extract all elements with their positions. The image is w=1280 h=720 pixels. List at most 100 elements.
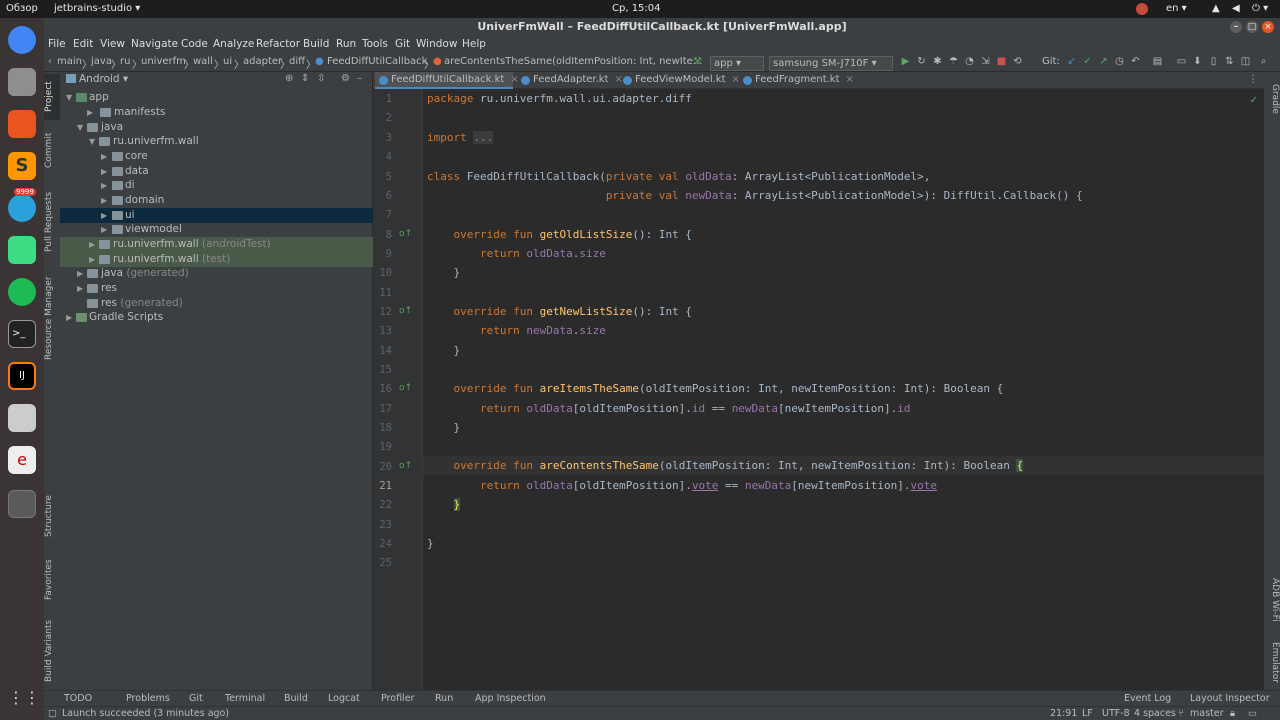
tool-tab-build-variants[interactable]: Build Variants: [44, 616, 60, 686]
menu-analyze[interactable]: Analyze: [213, 38, 254, 50]
tool-tab-commit[interactable]: Commit: [44, 126, 60, 174]
android-studio-icon[interactable]: [8, 490, 36, 518]
breadcrumb-class[interactable]: FeedDiffUtilCallback: [327, 56, 427, 67]
menu-run[interactable]: Run: [336, 38, 356, 50]
android-studio-emulator-icon[interactable]: [8, 236, 36, 264]
tree-item-java-generated[interactable]: ▶ java (generated): [60, 266, 373, 281]
menu-file[interactable]: File: [48, 38, 66, 50]
tool-tab-resource-manager[interactable]: Resource Manager: [44, 268, 60, 368]
status-toggle-icon[interactable]: ▢: [48, 708, 57, 719]
chrome-icon[interactable]: [8, 26, 36, 54]
menu-window[interactable]: Window: [416, 38, 457, 50]
tool-tab-project[interactable]: Project: [44, 74, 60, 120]
sublime-text-icon[interactable]: S: [8, 152, 36, 180]
breadcrumb-diff[interactable]: diff: [289, 56, 305, 67]
network-icon[interactable]: ▲: [1212, 3, 1220, 14]
project-view-select[interactable]: Android ▾: [79, 73, 128, 85]
tool-tab-logcat[interactable]: Logcat: [328, 693, 360, 704]
override-marker-icon[interactable]: o↑: [399, 461, 412, 471]
tree-item-manifests[interactable]: ▶ manifests: [60, 105, 373, 120]
line-separator[interactable]: LF: [1082, 708, 1093, 719]
menu-view[interactable]: View: [100, 38, 125, 50]
tool-tab-pull-requests[interactable]: Pull Requests: [44, 182, 60, 262]
search-icon[interactable]: ⌕: [1258, 56, 1269, 67]
project-structure-icon[interactable]: ▤: [1152, 56, 1163, 67]
select-opened-file-icon[interactable]: ⊕: [285, 73, 293, 84]
run-config-select[interactable]: app ▾: [710, 56, 764, 71]
override-marker-icon[interactable]: o↑: [399, 383, 412, 393]
tree-item-domain[interactable]: ▶ domain: [60, 193, 373, 208]
tree-item-gradle-scripts[interactable]: ▶ Gradle Scripts: [60, 310, 373, 325]
tree-item-android-test[interactable]: ▶ ru.univerfm.wall (androidTest): [60, 237, 373, 252]
device-select[interactable]: samsung SM-J710F ▾: [769, 56, 893, 71]
spotify-icon[interactable]: [8, 278, 36, 306]
tool-tab-terminal[interactable]: Terminal: [225, 693, 265, 704]
git-commit-icon[interactable]: ✓: [1082, 56, 1093, 67]
intellij-icon[interactable]: IJ: [8, 362, 36, 390]
power-icon[interactable]: ⏻ ▾: [1252, 3, 1268, 14]
sync-icon[interactable]: ⟲: [1012, 56, 1023, 67]
evince-icon[interactable]: e: [8, 446, 36, 474]
git-update-icon[interactable]: ↙: [1066, 56, 1077, 67]
app-menu[interactable]: jetbrains-studio ▾: [54, 3, 140, 14]
expand-all-icon[interactable]: ⇕: [301, 73, 309, 84]
tab-feed-diff-util-callback[interactable]: FeedDiffUtilCallback.kt ×: [375, 72, 519, 89]
tool-tab-layout-inspector[interactable]: Layout Inspector: [1190, 693, 1270, 704]
avd-manager-icon[interactable]: ▭: [1176, 56, 1187, 67]
tool-tab-git[interactable]: Git: [189, 693, 203, 704]
file-encoding[interactable]: UTF-8: [1102, 708, 1130, 719]
device-manager-icon[interactable]: ▯: [1208, 56, 1219, 67]
git-push-icon[interactable]: ↗: [1098, 56, 1109, 67]
tree-item-core[interactable]: ▶ core: [60, 149, 373, 164]
menu-edit[interactable]: Edit: [73, 38, 93, 50]
breadcrumb-univerfm[interactable]: univerfm: [141, 56, 186, 67]
volume-icon[interactable]: ◀: [1232, 3, 1240, 14]
tree-item-unit-test[interactable]: ▶ ru.univerfm.wall (test): [60, 252, 373, 267]
telegram-icon[interactable]: 9999: [8, 188, 36, 222]
override-marker-icon[interactable]: o↑: [399, 229, 412, 239]
breadcrumb-java[interactable]: java: [91, 56, 112, 67]
tool-tab-app-inspection[interactable]: App Inspection: [475, 693, 546, 704]
breadcrumb-ui[interactable]: ui: [223, 56, 232, 67]
status-message[interactable]: Launch succeeded (3 minutes ago): [62, 708, 229, 719]
override-marker-icon[interactable]: o↑: [399, 306, 412, 316]
tool-tab-run[interactable]: Run: [435, 693, 453, 704]
tree-item-viewmodel[interactable]: ▶ viewmodel: [60, 222, 373, 237]
menu-build[interactable]: Build: [303, 38, 329, 50]
inspection-ok-icon[interactable]: ✓: [1250, 95, 1258, 106]
gradle-sync-icon[interactable]: ⇅: [1224, 56, 1235, 67]
files-icon[interactable]: [8, 68, 36, 96]
git-history-icon[interactable]: ◷: [1114, 56, 1125, 67]
tool-tab-event-log[interactable]: Event Log: [1124, 693, 1171, 704]
menu-git[interactable]: Git: [395, 38, 410, 50]
breadcrumb-wall[interactable]: wall: [193, 56, 213, 67]
tool-tab-structure[interactable]: Structure: [44, 488, 60, 544]
installer-icon[interactable]: [8, 404, 36, 432]
collapse-all-icon[interactable]: ⇳: [317, 73, 325, 84]
tool-tab-favorites[interactable]: Favorites: [44, 552, 60, 608]
attach-debugger-icon[interactable]: ⇲: [980, 56, 991, 67]
breadcrumb-method[interactable]: areContentsTheSame(oldItemPosition: Int,…: [444, 56, 702, 67]
lock-icon[interactable]: 🔒︎: [1230, 708, 1235, 719]
sdk-manager-icon[interactable]: ⬇: [1192, 56, 1203, 67]
menu-code[interactable]: Code: [181, 38, 208, 50]
chrome-indicator-icon[interactable]: [1136, 3, 1148, 15]
profile-icon[interactable]: ◔: [964, 56, 975, 67]
gear-icon[interactable]: ⚙: [341, 73, 350, 84]
tool-tab-build[interactable]: Build: [284, 693, 308, 704]
breadcrumb-ru[interactable]: ru: [120, 56, 130, 67]
tree-item-res-generated[interactable]: res (generated): [60, 296, 373, 311]
menu-navigate[interactable]: Navigate: [131, 38, 178, 50]
tool-tab-problems[interactable]: Problems: [126, 693, 170, 704]
overview-button[interactable]: Обзор: [6, 3, 38, 14]
menu-tools[interactable]: Tools: [362, 38, 388, 50]
maximize-icon[interactable]: □: [1246, 21, 1258, 33]
debug-icon[interactable]: ✱: [932, 56, 943, 67]
language-indicator[interactable]: en ▾: [1166, 3, 1187, 14]
caret-position[interactable]: 21:91: [1050, 708, 1077, 719]
device-file-explorer-icon[interactable]: ◫: [1240, 56, 1251, 67]
stop-icon[interactable]: ■: [996, 56, 1007, 67]
close-tab-icon[interactable]: ×: [846, 74, 854, 85]
menu-help[interactable]: Help: [462, 38, 486, 50]
coverage-icon[interactable]: ☂: [948, 56, 959, 67]
